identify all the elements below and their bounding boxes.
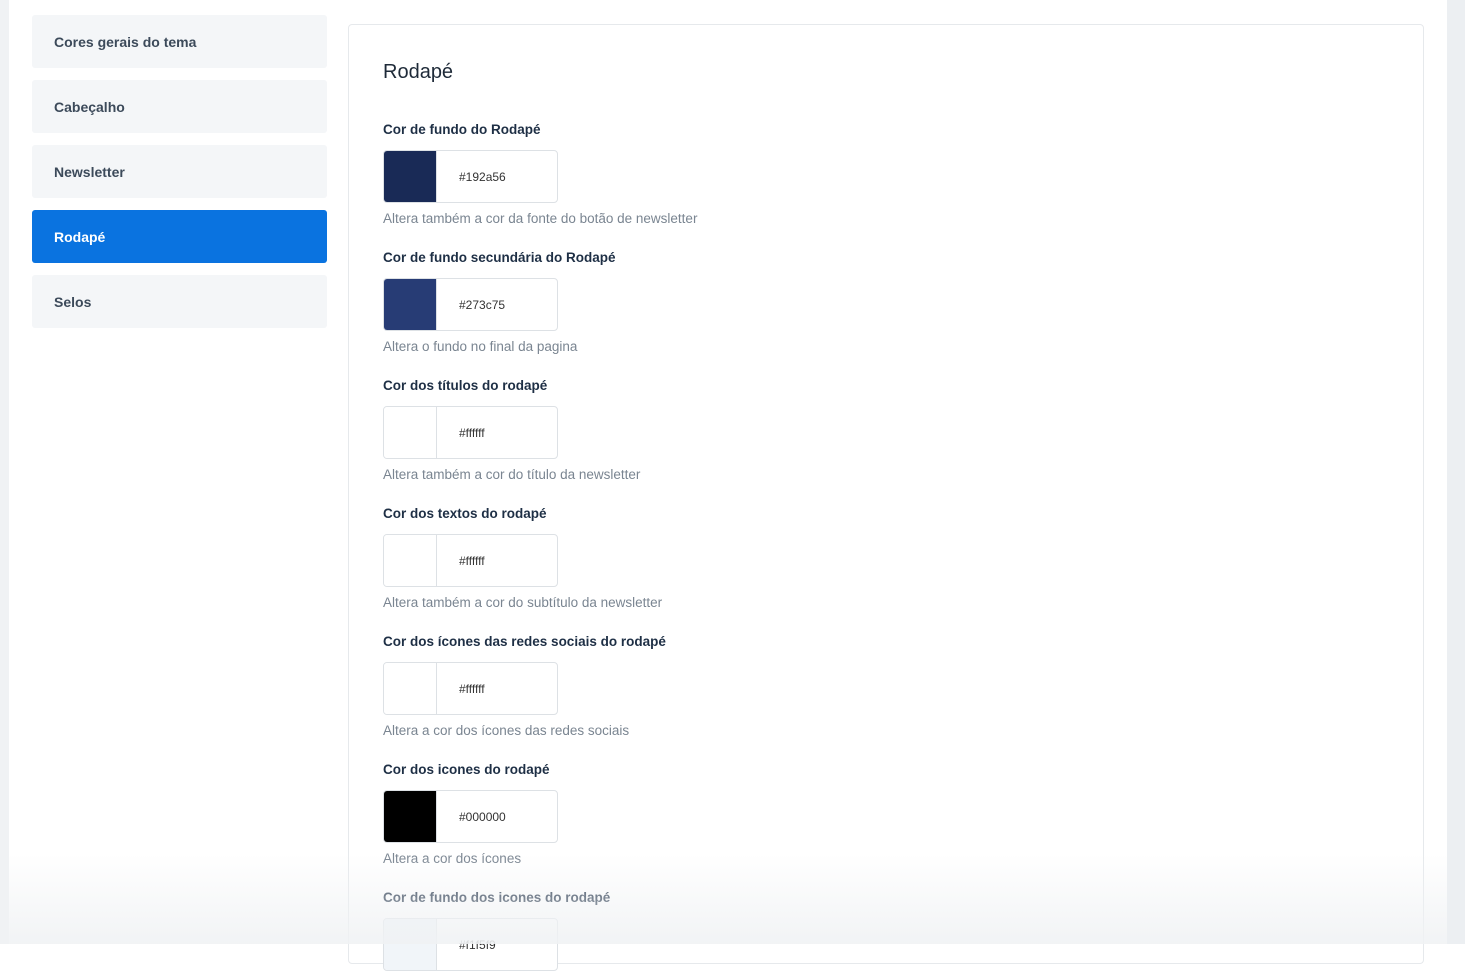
field-help: Altera a cor dos ícones xyxy=(383,851,522,866)
field-cor-fundo-secundaria: Cor de fundo secundária do Rodapé #273c7… xyxy=(383,250,983,354)
field-label: Cor dos icones do rodapé xyxy=(383,762,550,777)
sidebar-item-rodape[interactable]: Rodapé xyxy=(32,210,327,263)
sidebar-item-selos[interactable]: Selos xyxy=(32,275,327,328)
field-label: Cor dos ícones das redes sociais do roda… xyxy=(383,634,666,649)
color-hex-value[interactable]: #273c75 xyxy=(437,279,557,330)
field-help: Altera também a cor da fonte do botão de… xyxy=(383,211,698,226)
color-input[interactable]: #ffffff xyxy=(383,534,558,587)
color-swatch[interactable] xyxy=(384,663,437,714)
color-hex-value[interactable]: #ffffff xyxy=(437,535,557,586)
color-swatch[interactable] xyxy=(384,535,437,586)
field-label: Cor dos textos do rodapé xyxy=(383,506,547,521)
panel-title: Rodapé xyxy=(383,61,454,83)
field-cor-icones-redes: Cor dos ícones das redes sociais do roda… xyxy=(383,634,983,738)
color-swatch[interactable] xyxy=(384,279,437,330)
color-swatch[interactable] xyxy=(384,407,437,458)
color-swatch[interactable] xyxy=(384,791,437,842)
color-input[interactable]: #ffffff xyxy=(383,406,558,459)
field-cor-fundo-rodape: Cor de fundo do Rodapé #192a56 Altera ta… xyxy=(383,122,983,226)
field-cor-titulos: Cor dos títulos do rodapé #ffffff Altera… xyxy=(383,378,983,482)
left-edge xyxy=(0,0,9,944)
color-hex-value[interactable]: #ffffff xyxy=(437,407,557,458)
color-hex-value[interactable]: #000000 xyxy=(437,791,557,842)
color-input[interactable]: #000000 xyxy=(383,790,558,843)
color-swatch[interactable] xyxy=(384,151,437,202)
color-input[interactable]: #ffffff xyxy=(383,662,558,715)
sidebar-item-cores-gerais[interactable]: Cores gerais do tema xyxy=(32,15,327,68)
field-label: Cor dos títulos do rodapé xyxy=(383,378,548,393)
color-hex-value[interactable]: #ffffff xyxy=(437,663,557,714)
sidebar-item-cabecalho[interactable]: Cabeçalho xyxy=(32,80,327,133)
color-hex-value[interactable]: #f1f5f9 xyxy=(437,919,557,970)
color-swatch[interactable] xyxy=(384,919,437,970)
scrollbar-track[interactable] xyxy=(1447,0,1465,944)
settings-sidebar: Cores gerais do tema Cabeçalho Newslette… xyxy=(32,15,327,340)
field-help: Altera também a cor do título da newslet… xyxy=(383,467,641,482)
field-help: Altera a cor dos ícones das redes sociai… xyxy=(383,723,630,738)
field-label: Cor de fundo secundária do Rodapé xyxy=(383,250,616,265)
color-hex-value[interactable]: #192a56 xyxy=(437,151,557,202)
field-help: Altera o fundo no final da pagina xyxy=(383,339,578,354)
field-cor-textos: Cor dos textos do rodapé #ffffff Altera … xyxy=(383,506,983,610)
sidebar-item-newsletter[interactable]: Newsletter xyxy=(32,145,327,198)
settings-panel: Rodapé Cor de fundo do Rodapé #192a56 Al… xyxy=(348,24,1424,971)
field-help: Altera também a cor do subtítulo da news… xyxy=(383,595,663,610)
field-label: Cor de fundo dos icones do rodapé xyxy=(383,890,611,905)
field-cor-fundo-icones: Cor de fundo dos icones do rodapé #f1f5f… xyxy=(383,890,983,971)
color-input[interactable]: #f1f5f9 xyxy=(383,918,558,971)
field-cor-icones: Cor dos icones do rodapé #000000 Altera … xyxy=(383,762,983,866)
field-label: Cor de fundo do Rodapé xyxy=(383,122,541,137)
color-input[interactable]: #192a56 xyxy=(383,150,558,203)
color-input[interactable]: #273c75 xyxy=(383,278,558,331)
